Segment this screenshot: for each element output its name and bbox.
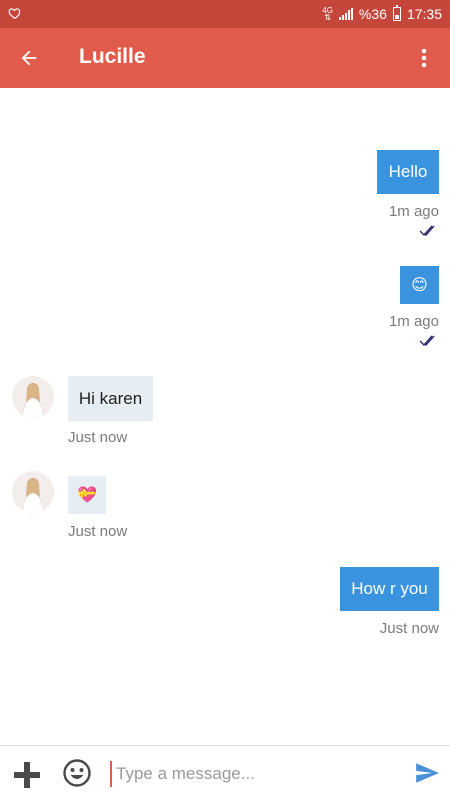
message-composer [0, 745, 450, 801]
double-check-icon [419, 335, 435, 347]
message-timestamp: Just now [68, 523, 128, 540]
message-emoji: 😊 [411, 277, 428, 294]
status-icons: 4G ⇅ %36 17:35 [322, 5, 442, 23]
page-title: Lucille [79, 45, 146, 68]
message-timestamp: Just now [379, 620, 439, 637]
clock: 17:35 [406, 6, 442, 22]
message-bubble-outgoing[interactable]: 😊 [400, 266, 439, 304]
battery-percent: %36 [358, 6, 387, 22]
more-options-button[interactable] [410, 44, 438, 72]
message-timestamp: 1m ago [388, 203, 439, 220]
message-text: How r you [351, 579, 428, 598]
network-type: 4G ⇅ [322, 6, 333, 22]
message-timestamp: 1m ago [388, 313, 439, 330]
heart-icon [8, 8, 21, 19]
double-check-icon [419, 225, 435, 237]
message-bubble-outgoing[interactable]: How r you [340, 567, 439, 611]
avatar[interactable] [12, 471, 54, 513]
contact-photo [12, 376, 54, 418]
signal-icon [338, 8, 353, 20]
avatar[interactable] [12, 376, 54, 418]
message-timestamp: Just now [68, 429, 128, 446]
more-vert-icon [421, 48, 427, 68]
message-bubble-outgoing[interactable]: Hello [377, 150, 439, 194]
app-bar: Lucille [0, 28, 450, 88]
emoji-icon[interactable] [62, 758, 92, 788]
battery-icon [392, 5, 401, 21]
back-button[interactable] [14, 44, 44, 72]
message-input[interactable] [110, 761, 406, 787]
message-bubble-incoming[interactable]: 💝 [68, 476, 106, 514]
contact-photo [12, 471, 54, 513]
send-icon[interactable] [414, 760, 440, 786]
message-text: Hi karen [78, 388, 143, 408]
message-bubble-incoming[interactable]: Hi karen [68, 376, 153, 421]
status-bar: 4G ⇅ %36 17:35 [0, 0, 450, 28]
message-emoji: 💝 [77, 487, 97, 504]
back-arrow-icon [21, 50, 37, 66]
plus-icon[interactable] [12, 760, 42, 790]
message-text: Hello [388, 162, 428, 181]
